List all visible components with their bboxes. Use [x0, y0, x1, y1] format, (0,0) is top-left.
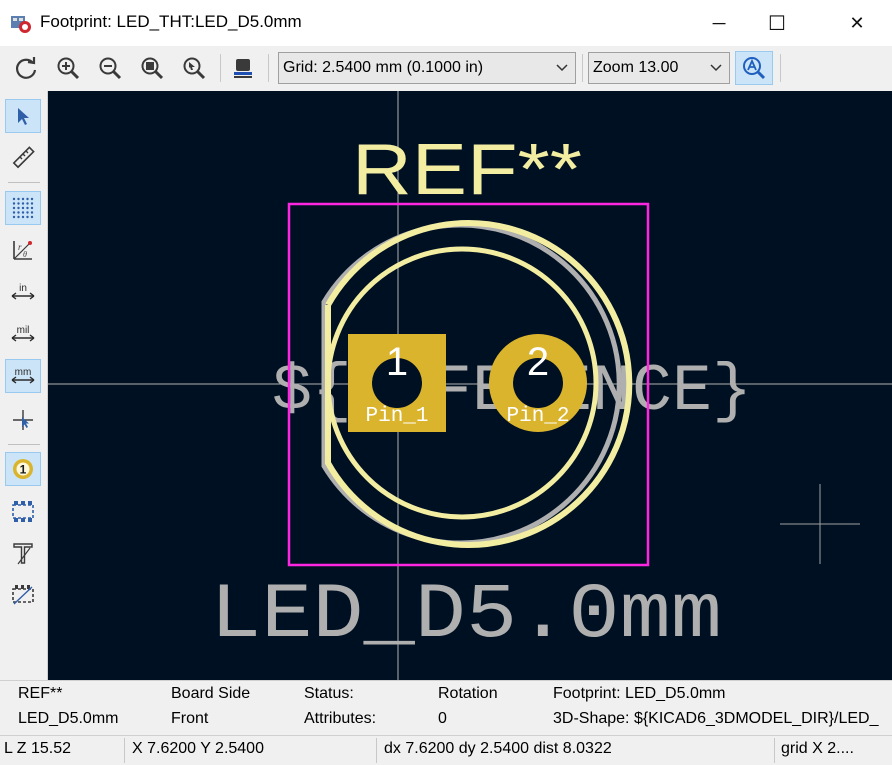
- toolbar-separator: [220, 54, 221, 82]
- pad-outline-icon: [12, 501, 34, 522]
- units-mils-button[interactable]: mil: [5, 317, 41, 351]
- select-arrow-icon: [18, 108, 29, 125]
- refresh-icon: [15, 57, 37, 79]
- measure-ruler-icon: [12, 146, 35, 169]
- grid-dots-icon: [12, 197, 34, 219]
- value-value: LED_D5.0mm: [18, 710, 119, 727]
- select-tool-button[interactable]: [5, 99, 41, 133]
- pad-1-name: Pin_1: [365, 405, 428, 428]
- toolbar-separator: [268, 54, 269, 82]
- kicad-footprint-app-icon: [10, 12, 32, 34]
- toolbar-separator: [582, 54, 583, 82]
- text-outline-button[interactable]: [5, 536, 41, 570]
- zoom-select-value: Zoom 13.00: [593, 59, 679, 76]
- footprint-drawing: ${REFERENCE} 1 Pin_1 2 Pin_2 REF** LED_D…: [48, 91, 892, 680]
- board-side-icon: [234, 59, 252, 78]
- status-bar: L Z 15.52 X 7.6200 Y 2.5400 dx 7.6200 dy…: [0, 735, 892, 765]
- measure-tool-button[interactable]: [5, 141, 41, 175]
- attributes-label: Attributes:: [304, 710, 377, 727]
- left-toolbar-separator: [8, 444, 40, 445]
- mils-label: mil: [17, 325, 30, 336]
- ref-designator-text[interactable]: REF**: [352, 130, 582, 210]
- left-toolbar: rθ in mil mm 1: [0, 91, 48, 680]
- units-inches-button[interactable]: in: [5, 275, 41, 309]
- auto-zoom-icon: [743, 57, 766, 80]
- pad-1[interactable]: 1 Pin_1: [348, 334, 446, 432]
- zoom-to-selection-button[interactable]: [178, 52, 210, 84]
- pad-outline-button[interactable]: [5, 494, 41, 528]
- grid-readout: grid X 2....: [781, 740, 854, 757]
- delta-readout: dx 7.6200 dy 2.5400 dist 8.0322: [384, 740, 612, 757]
- inches-label: in: [19, 283, 27, 294]
- close-button[interactable]: ✕: [828, 0, 886, 46]
- polar-coords-icon: rθ: [13, 241, 32, 260]
- main-toolbar: Grid: 2.5400 mm (0.1000 in) Zoom 13.00: [0, 46, 892, 92]
- full-crosshair-button[interactable]: [5, 403, 41, 437]
- inches-icon: in: [11, 283, 35, 300]
- close-icon: ✕: [849, 12, 865, 33]
- cursor-crosshair: [780, 484, 860, 564]
- pad-number-label: 1: [20, 463, 27, 477]
- footprint-canvas[interactable]: ${REFERENCE} 1 Pin_1 2 Pin_2 REF** LED_D…: [48, 91, 892, 680]
- board-side-value: Front: [171, 710, 209, 727]
- pad-1-number: 1: [386, 340, 408, 384]
- mm-label: mm: [15, 367, 32, 378]
- chevron-down-icon: [555, 53, 569, 83]
- svg-text:θ: θ: [23, 250, 27, 259]
- minimize-icon: ─: [712, 12, 726, 33]
- status-separator: [124, 738, 125, 763]
- zoom-out-button[interactable]: [94, 52, 126, 84]
- minimize-button[interactable]: ─: [690, 0, 748, 46]
- ref-value: REF**: [18, 685, 63, 702]
- graphic-outline-button[interactable]: [5, 578, 41, 612]
- cursor-xy-readout: X 7.6200 Y 2.5400: [132, 740, 264, 757]
- window-title: Footprint: LED_THT:LED_D5.0mm: [40, 12, 302, 31]
- value-field-text[interactable]: LED_D5.0mm: [210, 572, 722, 660]
- 3d-shape-path: 3D-Shape: ${KICAD6_3DMODEL_DIR}/LED_: [553, 710, 879, 727]
- zoom-fit-button[interactable]: [136, 52, 168, 84]
- full-crosshair-icon: [13, 410, 33, 430]
- board-side-label: Board Side: [171, 685, 251, 702]
- refresh-button[interactable]: [10, 52, 42, 84]
- auto-zoom-button[interactable]: [735, 51, 773, 85]
- zoom-out-icon: [99, 57, 122, 80]
- show-grid-button[interactable]: [5, 191, 41, 225]
- text-outline-icon: [13, 543, 33, 565]
- graphic-outline-icon: [12, 585, 34, 605]
- left-toolbar-separator: [8, 182, 40, 183]
- units-millimeters-button[interactable]: mm: [5, 359, 41, 393]
- status-separator: [376, 738, 377, 763]
- title-bar: Footprint: LED_THT:LED_D5.0mm ─ ☐ ✕: [0, 0, 892, 46]
- status-label: Status:: [304, 685, 354, 702]
- mils-icon: mil: [11, 325, 35, 342]
- zoom-in-icon: [57, 57, 80, 80]
- pad-2-number: 2: [527, 340, 549, 384]
- grid-select-value: Grid: 2.5400 mm (0.1000 in): [283, 59, 484, 76]
- rotation-label: Rotation: [438, 685, 498, 702]
- footprint-name: Footprint: LED_D5.0mm: [553, 685, 726, 702]
- polar-coords-button[interactable]: rθ: [5, 233, 41, 267]
- rotation-value: 0: [438, 710, 447, 727]
- zoom-in-button[interactable]: [52, 52, 84, 84]
- maximize-button[interactable]: ☐: [748, 0, 806, 46]
- pad-2-name: Pin_2: [506, 405, 569, 428]
- zoom-select[interactable]: Zoom 13.00: [588, 52, 730, 84]
- pad-numbers-button[interactable]: 1: [5, 452, 41, 486]
- pad-number-icon: 1: [13, 459, 33, 479]
- chevron-down-icon: [709, 53, 723, 83]
- pad-2[interactable]: 2 Pin_2: [489, 334, 587, 432]
- maximize-icon: ☐: [768, 12, 786, 35]
- toolbar-separator: [780, 54, 781, 82]
- board-side-button[interactable]: [227, 52, 259, 84]
- zoom-to-selection-icon: [183, 57, 206, 80]
- message-panel: REF** LED_D5.0mm Board Side Front Status…: [0, 680, 892, 736]
- millimeters-icon: mm: [11, 367, 35, 384]
- grid-select[interactable]: Grid: 2.5400 mm (0.1000 in): [278, 52, 576, 84]
- zoom-readout: L Z 15.52: [4, 740, 72, 757]
- svg-text:r: r: [18, 242, 22, 252]
- status-separator: [774, 738, 775, 763]
- zoom-fit-icon: [141, 57, 164, 80]
